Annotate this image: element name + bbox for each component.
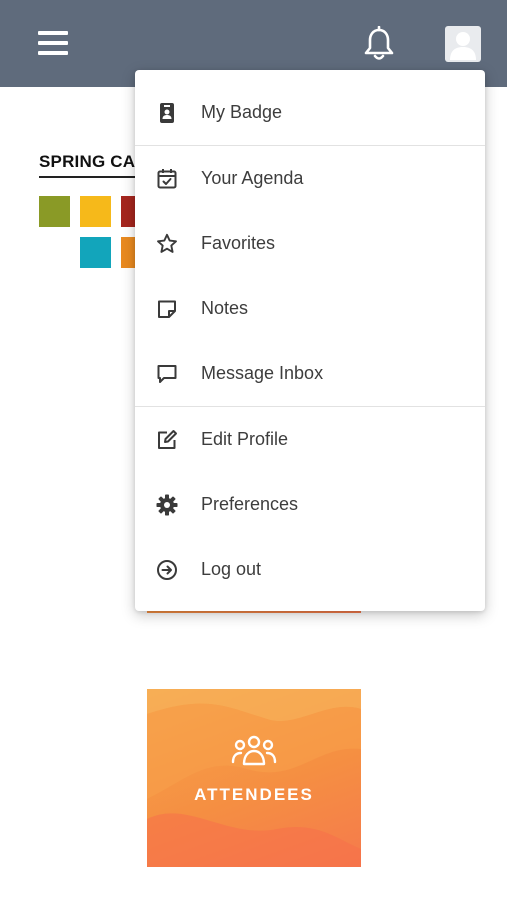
menu-item-favorites[interactable]: Favorites (135, 214, 485, 272)
calendar-check-icon (157, 169, 177, 189)
menu-divider (135, 145, 485, 146)
gear-icon (156, 494, 178, 516)
menu-item-label: My Badge (201, 102, 283, 122)
menu-item-label: Your Agenda (201, 168, 304, 188)
menu-item-preferences[interactable]: Preferences (135, 475, 485, 533)
menu-item-label: Edit Profile (201, 429, 289, 449)
menu-divider (135, 406, 485, 407)
user-avatar-icon[interactable] (445, 26, 481, 62)
menu-item-label: Notes (201, 298, 249, 318)
bell-icon[interactable] (362, 26, 396, 62)
tile-wave-decoration (147, 689, 361, 867)
chat-bubble-icon (157, 365, 177, 383)
palette-square (39, 196, 70, 227)
star-icon (157, 233, 177, 253)
tile-label: ATTENDEES (194, 785, 314, 804)
user-dropdown-menu: My Badge Your Agenda Favorites Notes Mes… (135, 70, 485, 611)
menu-item-log-out[interactable]: Log out (135, 540, 485, 598)
menu-item-notes[interactable]: Notes (135, 279, 485, 337)
menu-item-edit-profile[interactable]: Edit Profile (135, 410, 485, 468)
edit-icon (158, 430, 177, 449)
menu-item-label: Preferences (201, 494, 299, 514)
menu-item-label: Favorites (201, 233, 276, 253)
logout-icon (157, 560, 177, 580)
menu-item-my-badge[interactable]: My Badge (135, 83, 485, 141)
attendees-tile[interactable]: ATTENDEES (147, 689, 361, 867)
people-group-icon (231, 735, 277, 766)
menu-item-your-agenda[interactable]: Your Agenda (135, 149, 485, 207)
palette-square (80, 237, 111, 268)
menu-item-label: Message Inbox (201, 363, 324, 383)
palette-square (80, 196, 111, 227)
badge-icon (160, 103, 174, 123)
note-icon (158, 300, 176, 318)
menu-item-message-inbox[interactable]: Message Inbox (135, 344, 485, 402)
menu-item-label: Log out (201, 559, 262, 579)
hamburger-icon[interactable] (38, 30, 68, 56)
